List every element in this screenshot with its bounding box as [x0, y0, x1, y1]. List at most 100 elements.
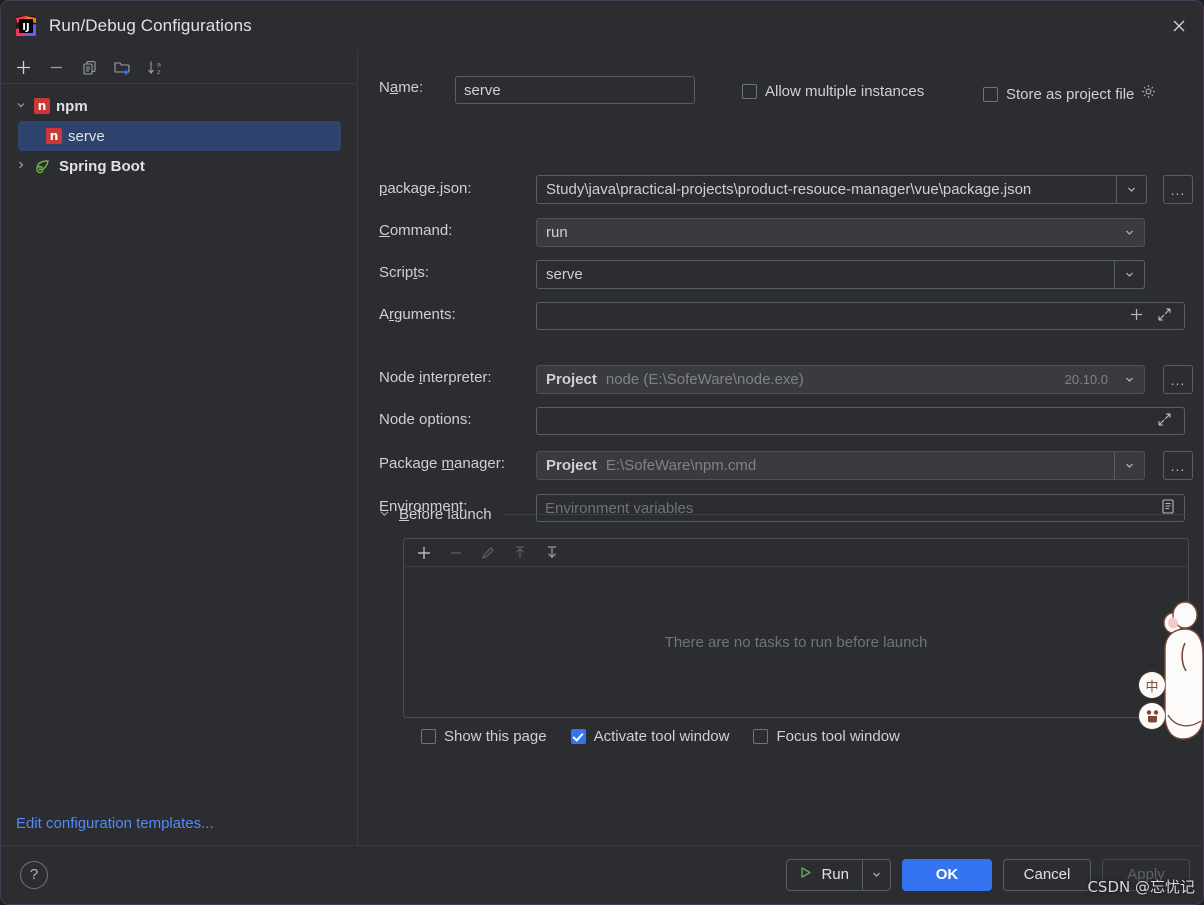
configuration-form: Name: serve Allow multiple instances Sto… [359, 51, 1203, 846]
tree-node-serve[interactable]: n serve [18, 121, 341, 151]
ok-button[interactable]: OK [902, 858, 992, 891]
checkbox-label: Activate tool window [593, 728, 730, 745]
add-configuration-button[interactable] [8, 54, 38, 80]
chevron-down-icon[interactable] [1114, 219, 1144, 246]
plus-icon[interactable] [1129, 307, 1144, 326]
remove-task-button [443, 541, 469, 565]
package-manager-row: Package manager: [379, 455, 505, 472]
run-button-label: Run [821, 866, 849, 883]
checkbox-box [983, 86, 998, 102]
ime-chinese-toggle-button[interactable]: 中 [1139, 672, 1165, 698]
checkbox-box [742, 84, 757, 99]
before-launch-toolbar [404, 539, 1188, 567]
arguments-label: Arguments: [379, 306, 456, 323]
run-button[interactable]: Run [786, 858, 891, 891]
ime-mascot-button[interactable] [1139, 703, 1165, 729]
sort-configurations-button[interactable]: a z [140, 54, 170, 80]
remove-configuration-button[interactable] [41, 54, 71, 80]
edit-configuration-templates-link[interactable]: Edit configuration templates... [16, 815, 214, 832]
node-interpreter-browse-button[interactable]: ... [1163, 365, 1193, 394]
section-divider [502, 514, 1189, 515]
scripts-dropdown[interactable]: serve [536, 260, 1145, 289]
launch-options: Show this page Activate tool window Focu… [421, 728, 900, 745]
dialog-title: Run/Debug Configurations [49, 16, 252, 35]
checkbox-label: Store as project file [1006, 85, 1135, 103]
node-interpreter-value: node (E:\SofeWare\node.exe) [605, 371, 804, 388]
name-label: Name: [379, 79, 424, 96]
configurations-toolbar: a z [2, 51, 357, 84]
gear-icon[interactable] [1140, 83, 1157, 105]
before-launch-header[interactable]: Before launch [379, 506, 1189, 523]
chevron-down-icon[interactable] [1116, 176, 1146, 203]
help-button[interactable]: ? [20, 860, 48, 889]
package-json-label: package.json: [379, 180, 472, 197]
package-manager-label: Package manager: [379, 455, 505, 472]
chevron-right-icon[interactable] [16, 160, 32, 173]
tree-node-spring-boot[interactable]: Spring Boot [2, 151, 357, 181]
tree-node-label: serve [68, 127, 105, 145]
chevron-down-icon[interactable] [379, 508, 390, 522]
cancel-button[interactable]: Cancel [1003, 858, 1091, 891]
dialog-footer: ? Run OK Cancel Apply [2, 845, 1203, 903]
node-interpreter-version: 20.10.0 [1064, 372, 1108, 387]
store-as-project-file-checkbox[interactable]: Store as project file [983, 83, 1157, 105]
before-launch-title: Before launch [399, 506, 492, 523]
before-launch-tasks-panel: There are no tasks to run before launch [403, 538, 1189, 718]
play-icon [798, 865, 813, 884]
command-label: Command: [379, 222, 453, 239]
activate-tool-window-checkbox[interactable]: Activate tool window [570, 728, 730, 745]
chevron-down-icon[interactable] [862, 859, 890, 890]
package-json-value: Study\java\practical-projects\product-re… [546, 181, 1032, 198]
command-value: run [546, 224, 568, 241]
name-input[interactable]: serve [455, 76, 695, 104]
chevron-down-icon[interactable] [1114, 261, 1144, 288]
arguments-row: Arguments: [379, 306, 456, 323]
command-dropdown[interactable]: run [536, 218, 1145, 247]
checkbox-label: Focus tool window [776, 728, 900, 745]
tree-node-npm[interactable]: n npm [2, 91, 357, 121]
scripts-row: Scripts: [379, 264, 429, 281]
package-json-input[interactable]: Study\java\practical-projects\product-re… [536, 175, 1147, 204]
package-json-browse-button[interactable]: ... [1163, 175, 1193, 204]
node-interpreter-label: Node interpreter: [379, 369, 492, 386]
package-manager-dropdown[interactable]: Project E:\SofeWare\npm.cmd [536, 451, 1145, 480]
expand-icon[interactable] [1157, 307, 1172, 326]
scripts-value: serve [546, 266, 583, 283]
name-value: serve [464, 81, 501, 99]
node-interpreter-row: Node interpreter: [379, 369, 492, 386]
chevron-down-icon[interactable] [1114, 452, 1144, 479]
copy-configuration-button[interactable] [74, 54, 104, 80]
svg-text:z: z [157, 68, 161, 76]
node-interpreter-dropdown[interactable]: Project node (E:\SofeWare\node.exe) 20.1… [536, 365, 1145, 394]
node-options-label: Node options: [379, 411, 472, 428]
intellij-idea-icon: IJ [15, 15, 37, 37]
close-icon[interactable] [1163, 10, 1195, 42]
npm-icon: n [34, 98, 50, 114]
configurations-tree: n npm n serve Spring Boot [2, 84, 357, 181]
scripts-label: Scripts: [379, 264, 430, 281]
apply-button: Apply [1102, 858, 1190, 891]
tree-node-label: npm [56, 97, 88, 115]
expand-icon[interactable] [1157, 412, 1172, 431]
show-this-page-checkbox[interactable]: Show this page [421, 728, 547, 745]
node-interpreter-scope: Project [546, 371, 597, 388]
add-task-button[interactable] [411, 541, 437, 565]
allow-multiple-instances-checkbox[interactable]: Allow multiple instances [742, 83, 924, 100]
node-options-input[interactable] [536, 407, 1185, 435]
move-task-down-button[interactable] [539, 541, 565, 565]
arguments-input[interactable] [536, 302, 1185, 330]
checkbox-label: Show this page [444, 728, 547, 745]
checkbox-label: Allow multiple instances [765, 83, 925, 100]
checkbox-box [753, 729, 769, 744]
new-folder-button[interactable] [107, 54, 137, 80]
package-manager-browse-button[interactable]: ... [1163, 451, 1193, 480]
chevron-down-icon[interactable] [1114, 366, 1144, 393]
node-options-row: Node options: [379, 411, 472, 428]
spring-boot-icon [34, 158, 52, 175]
command-row: Command: [379, 222, 452, 239]
focus-tool-window-checkbox[interactable]: Focus tool window [753, 728, 900, 745]
chevron-down-icon[interactable] [16, 100, 32, 113]
npm-icon: n [46, 128, 62, 144]
move-task-up-button [507, 541, 533, 565]
run-debug-configurations-dialog: IJ Run/Debug Configurations a z n npm n … [0, 0, 1204, 905]
